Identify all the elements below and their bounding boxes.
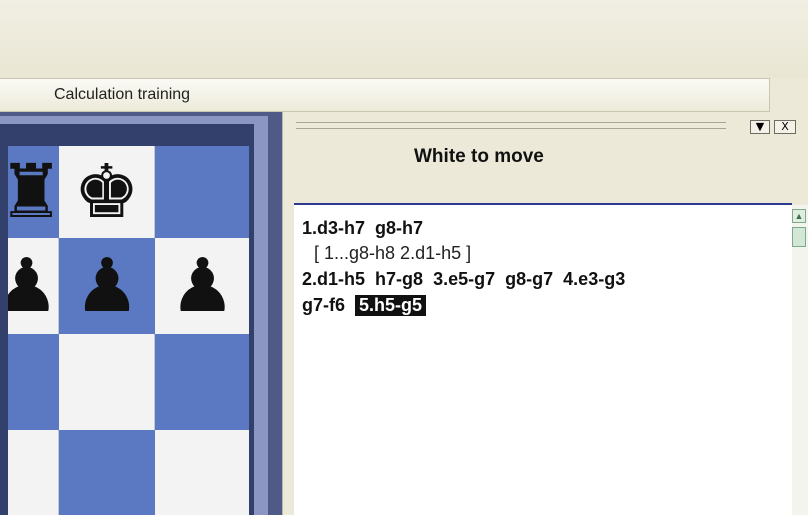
close-icon[interactable]: X <box>774 120 796 134</box>
board-square[interactable] <box>59 334 155 430</box>
variation-line[interactable]: [ 1...g8-h8 2.d1-h5 ] <box>314 243 471 264</box>
toolbar-area <box>0 0 808 78</box>
notation-line: 2.d1-h5 h7-g8 3.e5-g7 g8-g7 4.e3-g3 <box>302 269 625 290</box>
tab-bar-end <box>770 78 808 112</box>
move[interactable]: g7-f6 <box>302 295 345 315</box>
board-square[interactable]: ♚ <box>59 146 155 238</box>
board-square[interactable]: ♟ <box>8 238 60 334</box>
scroll-up-icon[interactable]: ▲ <box>792 209 806 223</box>
move[interactable]: h7-g8 <box>375 269 423 289</box>
side-to-move-label: White to move <box>414 146 544 167</box>
current-move-highlight[interactable]: 5.h5-g5 <box>355 295 427 316</box>
black-pawn-icon[interactable]: ♟ <box>155 238 249 334</box>
scroll-thumb[interactable] <box>792 227 806 247</box>
black-pawn-icon[interactable]: ♟ <box>59 238 155 334</box>
move[interactable]: 4.e3-g3 <box>563 269 625 289</box>
move[interactable]: 1.d3-h7 <box>302 218 365 238</box>
notation-scrollbar[interactable]: ▲ <box>792 205 808 515</box>
board-square[interactable] <box>59 430 155 515</box>
move[interactable]: 2.d1-h5 <box>302 269 365 289</box>
dropdown-arrow-icon[interactable]: ▼ <box>750 120 770 134</box>
board-square[interactable] <box>155 430 249 515</box>
board-square[interactable] <box>155 146 249 238</box>
move[interactable]: g8-h7 <box>375 218 423 238</box>
notation-pane[interactable]: 1.d3-h7 g8-h7 [ 1...g8-h8 2.d1-h5 ] 2.d1… <box>294 203 792 515</box>
notation-panel: ▼ X White to move 1.d3-h7 g8-h7 [ 1...g8… <box>294 112 808 515</box>
board-square[interactable]: ♜ <box>8 146 64 238</box>
panel-grip[interactable] <box>296 122 726 129</box>
board-square[interactable]: ♟ <box>59 238 155 334</box>
board-square[interactable] <box>8 430 59 515</box>
tab-bar: Calculation training <box>0 78 770 112</box>
black-king-icon[interactable]: ♚ <box>59 146 154 238</box>
notation-line: g7-f6 5.h5-g5 <box>302 295 427 316</box>
tab-calculation-training[interactable]: Calculation training <box>54 86 190 104</box>
board-square[interactable]: ♟ <box>155 238 249 334</box>
board-square[interactable] <box>8 334 59 430</box>
move[interactable]: g8-g7 <box>505 269 553 289</box>
chess-board[interactable]: ♜ ♚ ♟ ♟ ♟ <box>8 146 249 515</box>
move[interactable]: 3.e5-g7 <box>433 269 495 289</box>
board-square[interactable] <box>155 334 249 430</box>
panel-splitter[interactable] <box>282 112 294 515</box>
notation-line: 1.d3-h7 g8-h7 <box>302 218 423 239</box>
